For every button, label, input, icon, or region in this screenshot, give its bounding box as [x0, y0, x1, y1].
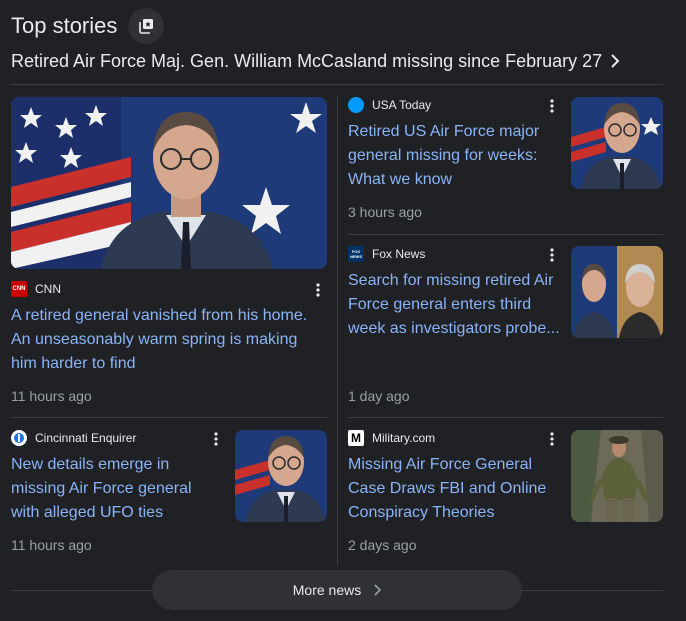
story-title-link[interactable]: Search for missing retired Air Force gen…	[348, 269, 560, 341]
chevron-right-icon	[610, 54, 620, 68]
story-time: 3 hours ago	[348, 204, 422, 220]
more-news-button[interactable]: More news	[152, 570, 522, 610]
stack-icon[interactable]	[128, 8, 165, 44]
military-com-logo-icon: M	[348, 430, 364, 446]
section-title: Top stories	[11, 13, 118, 38]
story-source[interactable]: FOX NEWS Fox News	[348, 245, 425, 263]
more-news-label: More news	[292, 582, 362, 598]
divider	[11, 417, 327, 418]
fox-news-logo-icon: FOX NEWS	[348, 246, 364, 262]
story-thumbnail[interactable]	[571, 97, 663, 189]
source-name: Military.com	[372, 431, 436, 445]
story-time: 2 days ago	[348, 537, 417, 553]
more-vert-icon[interactable]	[311, 281, 325, 299]
story-time: 11 hours ago	[11, 537, 92, 553]
divider	[348, 417, 663, 418]
story-source[interactable]: Cincinnati Enquirer	[11, 429, 136, 447]
more-vert-icon[interactable]	[545, 97, 559, 115]
story-thumbnail[interactable]	[235, 430, 327, 522]
story-title-link[interactable]: Missing Air Force General Case Draws FBI…	[348, 453, 560, 525]
cincinnati-enquirer-logo-icon	[11, 430, 27, 446]
headline-link[interactable]: Retired Air Force Maj. Gen. William McCa…	[11, 48, 663, 74]
story-source[interactable]: USA Today	[348, 96, 431, 114]
story-source[interactable]: M Military.com	[348, 429, 435, 447]
story-thumbnail[interactable]	[571, 246, 663, 338]
divider	[11, 84, 663, 85]
story-title-link[interactable]: Retired US Air Force major general missi…	[348, 120, 558, 192]
story-thumbnail[interactable]	[571, 430, 663, 522]
source-name: Cincinnati Enquirer	[35, 431, 137, 445]
top-stories-header: Top stories	[11, 8, 165, 44]
story-title-link[interactable]: A retired general vanished from his home…	[11, 304, 321, 376]
story-time: 1 day ago	[348, 388, 410, 404]
column-divider	[337, 97, 338, 565]
story-title-link[interactable]: New details emerge in missing Air Force …	[11, 453, 223, 525]
usa-today-logo-icon	[348, 97, 364, 113]
chevron-right-icon	[373, 584, 382, 596]
divider	[348, 234, 663, 235]
story-source[interactable]: CNN CNN	[11, 280, 61, 298]
source-name: Fox News	[372, 247, 426, 261]
more-vert-icon[interactable]	[209, 430, 223, 448]
source-name: CNN	[35, 282, 61, 296]
source-name: USA Today	[372, 98, 432, 112]
more-vert-icon[interactable]	[545, 430, 559, 448]
headline-text: Retired Air Force Maj. Gen. William McCa…	[11, 50, 603, 71]
more-vert-icon[interactable]	[545, 246, 559, 264]
cnn-logo-icon: CNN	[11, 281, 27, 297]
story-image[interactable]	[11, 97, 327, 269]
story-time: 11 hours ago	[11, 388, 92, 404]
